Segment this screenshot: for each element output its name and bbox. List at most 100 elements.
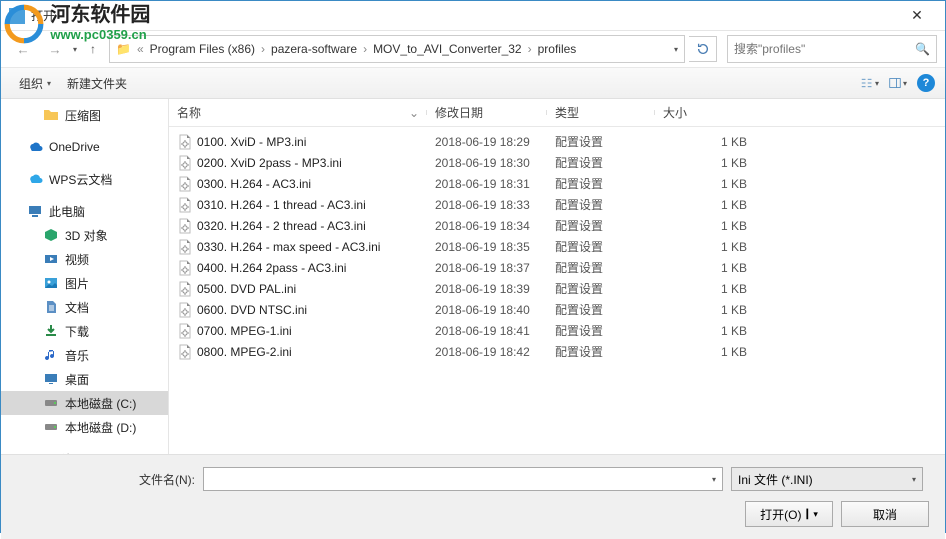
file-row[interactable]: 0700. MPEG-1.ini2018-06-19 18:41配置设置1 KB <box>169 320 945 341</box>
breadcrumb-item[interactable]: Program Files (x86) <box>150 42 255 56</box>
file-row[interactable]: 0400. H.264 2pass - AC3.ini2018-06-19 18… <box>169 257 945 278</box>
sidebar-item[interactable]: 视频 <box>1 247 168 271</box>
file-date: 2018-06-19 18:37 <box>427 261 547 275</box>
file-row[interactable]: 0200. XviD 2pass - MP3.ini2018-06-19 18:… <box>169 152 945 173</box>
sidebar-item-label: WPS云文档 <box>49 171 112 188</box>
sidebar-item-label: 视频 <box>65 251 89 268</box>
filename-input[interactable] <box>210 472 712 486</box>
file-row[interactable]: 0310. H.264 - 1 thread - AC3.ini2018-06-… <box>169 194 945 215</box>
sidebar-item[interactable]: 本地磁盘 (C:) <box>1 391 168 415</box>
file-name: 0100. XviD - MP3.ini <box>197 135 306 149</box>
sidebar-item[interactable]: 3D 对象 <box>1 223 168 247</box>
split-dropdown-icon[interactable]: ▎▾ <box>806 509 817 520</box>
chevron-down-icon[interactable]: ▾ <box>712 475 716 484</box>
ini-file-icon <box>177 155 193 171</box>
file-row[interactable]: 0330. H.264 - max speed - AC3.ini 2018-06… <box>169 236 945 257</box>
docs-icon <box>43 299 59 315</box>
file-name: 0330. H.264 - max speed - AC3.ini <box>197 240 380 254</box>
file-name: 0310. H.264 - 1 thread - AC3.ini <box>197 198 366 212</box>
filename-combobox[interactable]: ▾ <box>203 467 723 491</box>
ini-file-icon <box>177 281 193 297</box>
sidebar-item[interactable]: 文档 <box>1 295 168 319</box>
breadcrumb[interactable]: 📁 « Program Files (x86) › pazera-softwar… <box>109 35 685 63</box>
file-name: 0320. H.264 - 2 thread - AC3.ini <box>197 219 366 233</box>
folder-icon <box>43 107 59 123</box>
sidebar-item[interactable]: OneDrive <box>1 135 168 159</box>
sidebar-item[interactable]: 下载 <box>1 319 168 343</box>
newfolder-button[interactable]: 新建文件夹 <box>59 71 135 96</box>
chevron-down-icon[interactable]: ▾ <box>674 45 678 54</box>
file-size: 1 KB <box>655 219 755 233</box>
chevron-right-icon: › <box>528 42 532 56</box>
file-size: 1 KB <box>655 156 755 170</box>
file-row[interactable]: 0320. H.264 - 2 thread - AC3.ini2018-06-… <box>169 215 945 236</box>
folder-icon: 📁 <box>116 42 131 56</box>
close-button[interactable]: ✕ <box>897 2 937 30</box>
file-name: 0600. DVD NTSC.ini <box>197 303 307 317</box>
ini-file-icon <box>177 323 193 339</box>
search-icon[interactable]: 🔍 <box>915 42 930 56</box>
file-row[interactable]: 0500. DVD PAL.ini2018-06-19 18:39配置设置1 K… <box>169 278 945 299</box>
file-size: 1 KB <box>655 261 755 275</box>
file-type: 配置设置 <box>547 196 655 213</box>
sidebar-item-label: 音乐 <box>65 347 89 364</box>
ini-file-icon <box>177 134 193 150</box>
help-button[interactable]: ? <box>917 74 935 92</box>
sidebar-item-label: OneDrive <box>49 140 100 154</box>
back-button[interactable]: ← <box>9 35 37 63</box>
view-button[interactable]: ▾ <box>861 74 879 92</box>
cancel-button[interactable]: 取消 <box>841 501 929 527</box>
file-row[interactable]: 0100. XviD - MP3.ini2018-06-19 18:29配置设置… <box>169 131 945 152</box>
file-type: 配置设置 <box>547 280 655 297</box>
breadcrumb-item[interactable]: pazera-software <box>271 42 357 56</box>
sidebar-item[interactable]: 桌面 <box>1 367 168 391</box>
history-dropdown-icon[interactable]: ▾ <box>73 45 77 54</box>
preview-pane-button[interactable]: ▾ <box>889 74 907 92</box>
chevron-right-icon: › <box>261 42 265 56</box>
navbar: ← → ▾ ↑ 📁 « Program Files (x86) › pazera… <box>1 31 945 67</box>
sidebar-item[interactable]: 图片 <box>1 271 168 295</box>
pc-icon <box>27 203 43 219</box>
column-name[interactable]: 名称⌄ <box>169 104 427 121</box>
file-size: 1 KB <box>655 240 755 254</box>
column-size[interactable]: 大小 <box>655 104 755 121</box>
search-box[interactable]: 🔍 <box>727 35 937 63</box>
organize-button[interactable]: 组织 ▾ <box>11 71 59 96</box>
column-date[interactable]: 修改日期 <box>427 104 547 121</box>
sidebar-item[interactable]: 本地磁盘 (D:) <box>1 415 168 439</box>
download-icon <box>43 323 59 339</box>
up-button[interactable]: ↑ <box>81 35 105 63</box>
column-type[interactable]: 类型 <box>547 104 655 121</box>
file-row[interactable]: 0600. DVD NTSC.ini2018-06-19 18:40配置设置1 … <box>169 299 945 320</box>
open-button[interactable]: 打开(O)▎▾ <box>745 501 833 527</box>
breadcrumb-item[interactable]: MOV_to_AVI_Converter_32 <box>373 42 522 56</box>
expand-icon: ⌄ <box>409 106 419 120</box>
bottom-panel: 文件名(N): ▾ Ini 文件 (*.INI) ▾ 打开(O)▎▾ 取消 <box>1 454 945 539</box>
file-name: 0700. MPEG-1.ini <box>197 324 292 338</box>
file-type: 配置设置 <box>547 238 655 255</box>
sidebar-item-label: 图片 <box>65 275 89 292</box>
file-size: 1 KB <box>655 177 755 191</box>
sidebar-item-label: 本地磁盘 (D:) <box>65 419 136 436</box>
sidebar-item[interactable]: 压缩图 <box>1 103 168 127</box>
sidebar-item-label: 网络 <box>49 451 73 455</box>
sidebar-item[interactable]: 此电脑 <box>1 199 168 223</box>
file-row[interactable]: 0300. H.264 - AC3.ini2018-06-19 18:31配置设… <box>169 173 945 194</box>
wps-icon <box>27 171 43 187</box>
refresh-button[interactable] <box>689 36 717 62</box>
sidebar-item[interactable]: WPS云文档 <box>1 167 168 191</box>
file-type: 配置设置 <box>547 343 655 360</box>
file-size: 1 KB <box>655 282 755 296</box>
file-type: 配置设置 <box>547 154 655 171</box>
search-input[interactable] <box>734 42 915 56</box>
sidebar-item[interactable]: 音乐 <box>1 343 168 367</box>
filetype-select[interactable]: Ini 文件 (*.INI) ▾ <box>731 467 923 491</box>
file-type: 配置设置 <box>547 133 655 150</box>
forward-button[interactable]: → <box>41 35 69 63</box>
disk-icon <box>43 419 59 435</box>
file-row[interactable]: 0800. MPEG-2.ini2018-06-19 18:42配置设置1 KB <box>169 341 945 362</box>
column-headers: 名称⌄ 修改日期 类型 大小 <box>169 99 945 127</box>
breadcrumb-item[interactable]: profiles <box>538 42 577 56</box>
file-date: 2018-06-19 18:35 <box>427 240 547 254</box>
sidebar-item[interactable]: 网络 <box>1 447 168 454</box>
